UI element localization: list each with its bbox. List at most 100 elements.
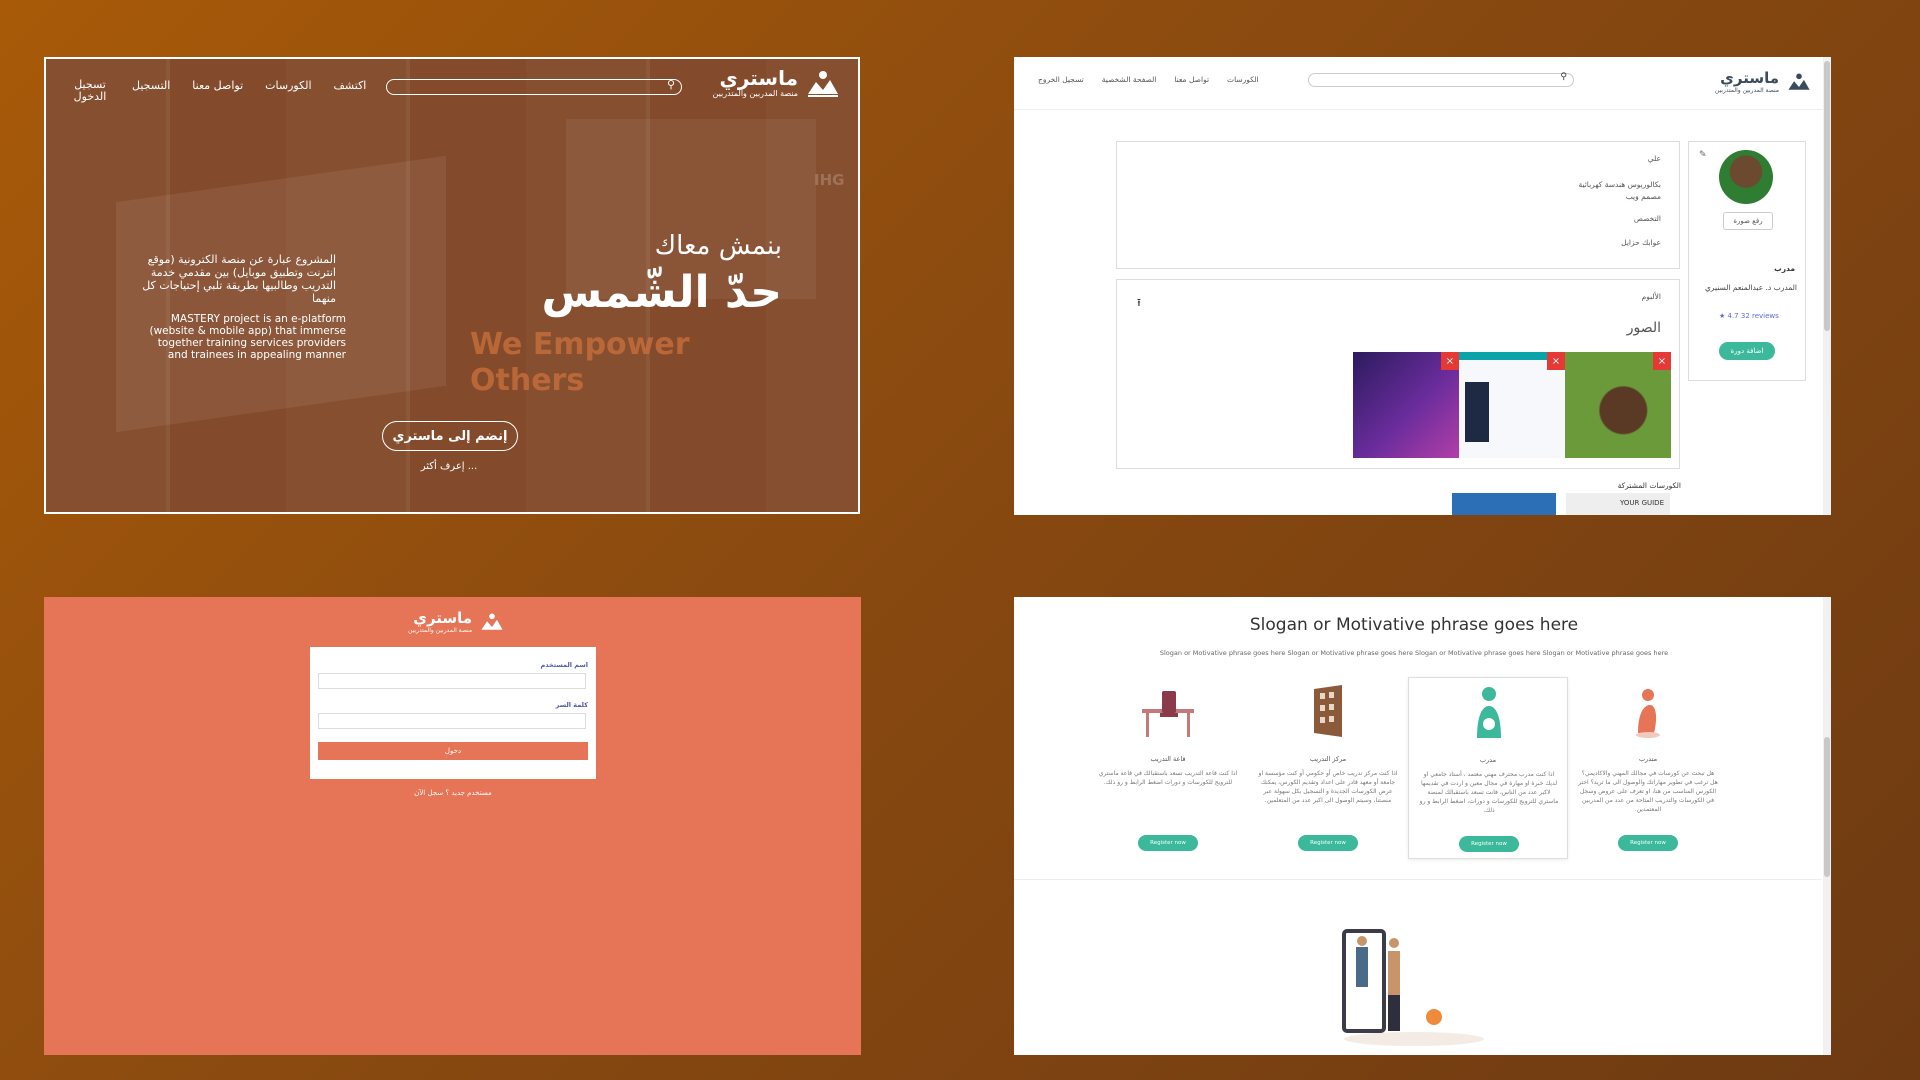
login-button[interactable]: دخول bbox=[318, 742, 588, 760]
info-specialty-label: التخصص bbox=[1633, 214, 1661, 223]
info-degree: بكالوريوس هندسة كهربائية bbox=[1578, 180, 1661, 189]
edit-icon[interactable]: ✎ bbox=[1699, 150, 1707, 160]
logo-title: ماستري bbox=[719, 66, 799, 90]
mastery-logo[interactable]: ماستري منصة المدربين والمتدربين bbox=[408, 609, 504, 634]
mountain-logo-icon bbox=[481, 613, 503, 630]
username-label: اسم المستخدم bbox=[540, 661, 588, 669]
upload-photo-button[interactable]: رفع صورة bbox=[1723, 212, 1773, 230]
logo-title: ماستري bbox=[413, 609, 473, 627]
album-photo[interactable]: × bbox=[1353, 352, 1459, 458]
logo-subtitle: منصة المدربين والمتدربين bbox=[1714, 87, 1779, 94]
album-photo[interactable]: × bbox=[1459, 352, 1565, 458]
card-classroom: قاعة التدريب اذا كنت قاعة التدريب تسعد ب… bbox=[1088, 677, 1248, 859]
register-link[interactable]: مستخدم جديد ؟ سجل الآن bbox=[310, 789, 596, 797]
info-name: علي bbox=[1647, 154, 1661, 163]
login-screenshot: ماستري منصة المدربين والمتدربين اسم المس… bbox=[44, 597, 861, 1055]
trainer-name: المدرب د. عبدالمنعم السنيري bbox=[1704, 283, 1797, 292]
register-now-button[interactable]: Register now bbox=[1618, 835, 1678, 851]
register-now-button[interactable]: Register now bbox=[1138, 835, 1198, 851]
hero-description-arabic: المشروع عبارة عن منصة الكترونية (موقع ان… bbox=[142, 253, 336, 305]
section-divider bbox=[1014, 879, 1822, 880]
card-trainer: مدرب اذا كنت مدرب محترف مهني معتمد ، أست… bbox=[1408, 677, 1568, 859]
mountain-logo-icon bbox=[1788, 73, 1810, 90]
nav-profile[interactable]: الصفحة الشخصية bbox=[1102, 75, 1157, 84]
hero-nav: تسجيل الدخول التسجيل تواصل معنا الكورسات… bbox=[70, 79, 367, 103]
photos-heading: الصور bbox=[1626, 320, 1661, 336]
logo-subtitle: منصة المدربين والمتدربين bbox=[408, 627, 473, 634]
hero-screenshot: IHG We Empower Others ماستري منصة المدرب… bbox=[44, 57, 860, 514]
card-title: مركز التدريب bbox=[1309, 755, 1347, 763]
training-center-door-icon bbox=[1314, 685, 1342, 737]
mastery-logo[interactable]: ماستري منصة المدربين والمتدربين bbox=[1715, 69, 1811, 94]
logo-text: ماستري منصة المدربين والمتدربين bbox=[713, 67, 798, 98]
add-course-button[interactable]: اضافة دورة bbox=[1719, 342, 1775, 360]
scrollbar-thumb[interactable] bbox=[1824, 737, 1830, 877]
profile-nav: تسجيل الخروج الصفحة الشخصية تواصل معنا ا… bbox=[1038, 75, 1259, 84]
nav-register[interactable]: التسجيل bbox=[132, 79, 170, 103]
rating: ★ 4.7 32 reviews bbox=[1719, 312, 1779, 320]
scrollbar[interactable] bbox=[1823, 57, 1831, 515]
scrollbar-thumb[interactable] bbox=[1824, 61, 1830, 331]
username-field[interactable] bbox=[318, 673, 586, 689]
mirror-illustration bbox=[1342, 929, 1484, 1046]
mountain-logo-icon bbox=[808, 70, 838, 97]
album-label: الألبوم bbox=[1641, 292, 1661, 301]
info-job: مصمم ويب bbox=[1625, 192, 1661, 201]
profile-info-card: علي بكالوريوس هندسة كهربائية مصمم ويب ال… bbox=[1116, 141, 1680, 269]
info-address: عوابك حزايل bbox=[1621, 238, 1661, 247]
trainer-icon bbox=[1477, 687, 1501, 738]
course-tile[interactable] bbox=[1452, 493, 1556, 515]
close-icon[interactable]: × bbox=[1653, 352, 1671, 370]
learn-more-link[interactable]: إعرف أكثر ... bbox=[386, 461, 512, 472]
card-title: متدرب bbox=[1638, 755, 1658, 763]
hero-header: ماستري منصة المدربين والمتدربين ⚲ تسجيل … bbox=[46, 59, 858, 119]
mastery-logo[interactable]: ماستري منصة المدربين والمتدربين bbox=[713, 67, 840, 98]
course-tile-text: YOUR GUIDE bbox=[1619, 499, 1664, 507]
password-field[interactable] bbox=[318, 713, 586, 729]
nav-contact[interactable]: تواصل معنا bbox=[1174, 75, 1209, 84]
slogan-title: Slogan or Motivative phrase goes here bbox=[1249, 615, 1579, 635]
nav-courses[interactable]: الكورسات bbox=[265, 79, 311, 103]
close-icon[interactable]: × bbox=[1547, 352, 1565, 370]
nav-discover[interactable]: اكتشف bbox=[334, 79, 367, 103]
register-now-button[interactable]: Register now bbox=[1459, 836, 1519, 852]
hero-heading-small: بنمش معاك bbox=[654, 231, 782, 261]
profile-screenshot: ماستري منصة المدربين والمتدربين ⚲ تسجيل … bbox=[1014, 57, 1831, 515]
nav-logout[interactable]: تسجيل الخروج bbox=[1038, 75, 1084, 84]
card-title: قاعة التدريب bbox=[1150, 755, 1186, 763]
nav-login[interactable]: تسجيل الدخول bbox=[70, 79, 110, 103]
card-title: مدرب bbox=[1479, 756, 1497, 764]
card-description: اذا كنت مركز تدريب خاص أو حكومي أو كنت م… bbox=[1258, 770, 1398, 804]
rating-value: ★ 4.7 bbox=[1719, 312, 1739, 320]
nav-courses[interactable]: الكورسات bbox=[1227, 75, 1259, 84]
background-slogan-line: Others bbox=[470, 363, 585, 398]
album-card: الألبوم الصور ⭱ × × × bbox=[1116, 279, 1680, 469]
search-icon[interactable]: ⚲ bbox=[1560, 72, 1567, 82]
background-slogan-line: We Empower bbox=[470, 327, 690, 362]
classroom-chair-icon bbox=[1142, 691, 1194, 737]
search-icon[interactable]: ⚲ bbox=[667, 78, 675, 91]
login-form: اسم المستخدم كلمة السر دخول bbox=[310, 647, 596, 779]
join-mastery-button[interactable]: إنضم إلى ماستري bbox=[382, 421, 518, 451]
upload-icon[interactable]: ⭱ bbox=[1137, 294, 1141, 313]
trainee-icon bbox=[1636, 689, 1660, 738]
logo-text: ماستري منصة المدربين والمتدربين bbox=[1715, 69, 1779, 94]
album-photo[interactable]: × bbox=[1565, 352, 1671, 458]
nav-contact[interactable]: تواصل معنا bbox=[192, 79, 243, 103]
card-description: هل تبحث عن كورسات في مجالك المهني والاكا… bbox=[1578, 770, 1718, 813]
reviews-link[interactable]: 32 reviews bbox=[1741, 312, 1779, 320]
background-slogan: We Empower Others bbox=[470, 327, 690, 399]
hero-heading: حدّ الشّمس bbox=[541, 267, 782, 318]
scrollbar[interactable] bbox=[1823, 597, 1831, 1055]
photo-content bbox=[1465, 382, 1489, 442]
trainer-sidebar: ✎ رفع صورة مدرب المدرب د. عبدالمنعم السن… bbox=[1688, 141, 1806, 381]
avatar bbox=[1719, 150, 1773, 204]
profile-header: ماستري منصة المدربين والمتدربين ⚲ تسجيل … bbox=[1014, 57, 1831, 110]
hero-description-english: MASTERY project is an e-platform (websit… bbox=[149, 313, 346, 361]
close-icon[interactable]: × bbox=[1441, 352, 1459, 370]
search-input[interactable]: ⚲ bbox=[1308, 72, 1574, 87]
landing-screenshot: Slogan or Motivative phrase goes here Sl… bbox=[1014, 597, 1831, 1055]
search-input[interactable]: ⚲ bbox=[386, 78, 682, 95]
register-now-button[interactable]: Register now bbox=[1298, 835, 1358, 851]
course-tile[interactable]: YOUR GUIDE bbox=[1566, 493, 1670, 515]
